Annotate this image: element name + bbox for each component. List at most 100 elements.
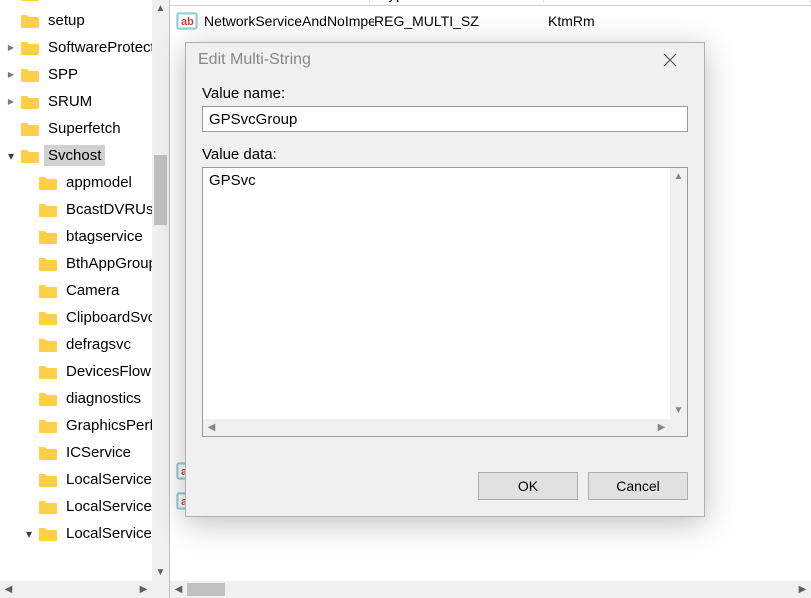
folder-icon: [20, 148, 40, 164]
textarea-vertical-scrollbar[interactable]: ▲ ▼: [670, 168, 687, 419]
value-data-wrap: ▲ ▼ ◀ ▶: [202, 167, 688, 437]
chevron-right-icon: [22, 311, 36, 325]
chevron-right-icon: [22, 284, 36, 298]
folder-icon: [38, 283, 58, 299]
scroll-right-icon[interactable]: ▶: [653, 419, 670, 436]
chevron-right-icon[interactable]: ▶: [4, 95, 18, 109]
scroll-down-icon[interactable]: ▼: [152, 564, 169, 581]
tree-item[interactable]: ClipboardSvcGroup: [0, 304, 169, 331]
tree-item[interactable]: LocalServiceAndNoImpersonation: [0, 493, 169, 520]
tree-item-label: SRUM: [44, 91, 96, 112]
tree-item[interactable]: diagnostics: [0, 385, 169, 412]
tree-items: ▶Sensorsetup▶SoftwareProtectionPlatform▶…: [0, 0, 169, 549]
chevron-right-icon: [4, 122, 18, 136]
value-name-input[interactable]: [202, 106, 688, 132]
scroll-left-icon[interactable]: ◀: [170, 584, 187, 595]
folder-icon: [38, 364, 58, 380]
tree-item[interactable]: btagservice: [0, 223, 169, 250]
folder-icon: [20, 121, 40, 137]
scroll-left-icon[interactable]: ◀: [0, 584, 17, 595]
folder-icon: [38, 256, 58, 272]
tree-item[interactable]: ▶ SoftwareProtectionPlatform: [0, 34, 169, 61]
tree-item-label: BthAppGroup: [62, 253, 161, 274]
chevron-down-icon[interactable]: ▾: [4, 149, 18, 163]
tree-item[interactable]: Camera: [0, 277, 169, 304]
tree-item[interactable]: defragsvc: [0, 331, 169, 358]
tree-item-label: Svchost: [44, 145, 105, 166]
folder-icon: [38, 337, 58, 353]
tree-item-label: Superfetch: [44, 118, 125, 139]
scroll-down-icon[interactable]: ▼: [670, 402, 687, 419]
chevron-right-icon[interactable]: ▶: [4, 41, 18, 55]
scroll-left-icon[interactable]: ◀: [203, 419, 220, 436]
scroll-thumb[interactable]: [154, 155, 167, 225]
scroll-corner: [152, 581, 169, 598]
chevron-right-icon: [22, 365, 36, 379]
scroll-thumb[interactable]: [187, 583, 225, 596]
dialog-titlebar[interactable]: Edit Multi-String: [186, 43, 704, 77]
chevron-right-icon: [22, 230, 36, 244]
chevron-down-icon[interactable]: ▾: [22, 527, 36, 541]
chevron-right-icon[interactable]: ▶: [4, 68, 18, 82]
tree-horizontal-scrollbar[interactable]: ◀ ▶: [0, 581, 152, 598]
tree-item[interactable]: ▶ SRUM: [0, 88, 169, 115]
scroll-right-icon[interactable]: ▶: [794, 584, 811, 595]
chevron-right-icon: [22, 203, 36, 217]
tree-item[interactable]: ▾LocalServiceNetworkRestricted: [0, 520, 169, 547]
tree-item-label: appmodel: [62, 172, 136, 193]
textarea-horizontal-scrollbar[interactable]: ◀ ▶: [203, 419, 670, 436]
scroll-up-icon[interactable]: ▲: [152, 0, 169, 17]
tree-item-label: ICService: [62, 442, 135, 463]
tree-item[interactable]: ▶Sensor: [0, 0, 169, 7]
column-header-data[interactable]: Data: [544, 0, 811, 3]
tree-item-label: Camera: [62, 280, 123, 301]
folder-icon: [38, 526, 58, 542]
tree-item-label: diagnostics: [62, 388, 145, 409]
scroll-right-icon[interactable]: ▶: [135, 584, 152, 595]
tree-item[interactable]: ▶SPP: [0, 61, 169, 88]
tree-item[interactable]: DevicesFlow: [0, 358, 169, 385]
chevron-right-icon: [22, 338, 36, 352]
tree-item-label: LocalService: [62, 469, 156, 490]
chevron-right-icon: [22, 500, 36, 514]
list-horizontal-scrollbar[interactable]: ◀ ▶: [170, 581, 811, 598]
chevron-right-icon: [22, 392, 36, 406]
dialog-title: Edit Multi-String: [198, 51, 648, 69]
tree-item[interactable]: setup: [0, 7, 169, 34]
column-header-name[interactable]: Name: [170, 0, 370, 3]
tree-item[interactable]: BcastDVRUserService: [0, 196, 169, 223]
value-data-label: Value data:: [202, 146, 688, 163]
chevron-right-icon[interactable]: ▶: [4, 0, 18, 1]
cancel-button[interactable]: Cancel: [588, 472, 688, 500]
tree-pane: ▶Sensorsetup▶SoftwareProtectionPlatform▶…: [0, 0, 170, 598]
tree-item[interactable]: ICService: [0, 439, 169, 466]
dialog-buttons: OK Cancel: [186, 460, 704, 516]
folder-icon: [20, 67, 40, 83]
tree-item[interactable]: ▾ Svchost: [0, 142, 169, 169]
scroll-up-icon[interactable]: ▲: [670, 168, 687, 185]
tree-vertical-scrollbar[interactable]: ▲ ▼: [152, 0, 169, 581]
folder-icon: [38, 472, 58, 488]
dialog-body: Value name: Value data: ▲ ▼ ◀ ▶: [186, 77, 704, 460]
tree-item[interactable]: BthAppGroup: [0, 250, 169, 277]
column-header-type[interactable]: Type: [370, 0, 544, 3]
tree-item-label: btagservice: [62, 226, 147, 247]
tree-item[interactable]: Superfetch: [0, 115, 169, 142]
tree-item[interactable]: GraphicsPerfSvcGroup: [0, 412, 169, 439]
folder-icon: [38, 418, 58, 434]
close-button[interactable]: [648, 45, 692, 75]
value-data-textarea[interactable]: [203, 168, 670, 419]
close-icon: [663, 53, 677, 67]
tree-item-label: setup: [44, 10, 89, 31]
chevron-right-icon: [22, 257, 36, 271]
chevron-right-icon: [22, 419, 36, 433]
cell-type: REG_MULTI_SZ: [374, 13, 548, 29]
tree-item-label: SoftwareProtectionPlatform: [44, 37, 169, 58]
ok-button[interactable]: OK: [478, 472, 578, 500]
tree-item[interactable]: appmodel: [0, 169, 169, 196]
list-row[interactable]: NetworkServiceAndNoImpersonationREG_MULT…: [170, 6, 811, 36]
scroll-corner: [670, 419, 687, 436]
folder-icon: [38, 310, 58, 326]
tree-item[interactable]: LocalService: [0, 466, 169, 493]
value-name-label: Value name:: [202, 85, 688, 102]
